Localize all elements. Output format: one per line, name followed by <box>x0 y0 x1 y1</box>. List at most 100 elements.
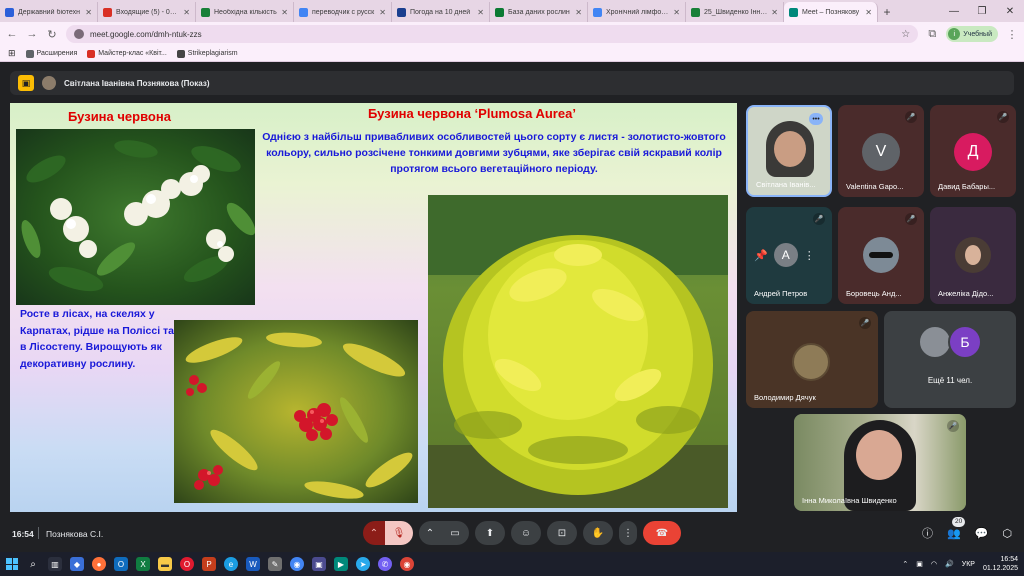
presentation-slide: Бузина червона Бузина червона ‘Plumosa A… <box>10 103 737 512</box>
file-explorer-icon[interactable]: ▬ <box>158 557 172 571</box>
mic-off-icon: 🎤 <box>997 111 1009 123</box>
participant-tile-volodymyr[interactable]: 🎤 Володимир Дячук <box>746 311 878 408</box>
profile-button[interactable]: і Учебный <box>946 26 998 42</box>
windows-start-icon[interactable] <box>6 558 18 570</box>
language-indicator[interactable]: УКР <box>962 561 975 568</box>
participant-avatar: А <box>773 243 798 267</box>
outlook-icon[interactable]: O <box>114 557 128 571</box>
word-icon[interactable]: W <box>246 557 260 571</box>
close-icon[interactable]: ✕ <box>673 8 680 17</box>
url-input[interactable]: meet.google.com/dmh-ntuk-zzs ☆ <box>66 25 919 43</box>
raise-hand-button[interactable]: ✋ <box>583 521 613 545</box>
participant-tile-davyd[interactable]: 🎤 Д Давид Бабары... <box>930 105 1016 197</box>
close-icon[interactable]: ✕ <box>477 8 484 17</box>
browser-tab-5[interactable]: База даних рослин ✕ <box>490 2 588 22</box>
people-icon[interactable]: 👥 <box>947 527 961 540</box>
camera-tray-icon[interactable]: ▣ <box>916 560 923 568</box>
telegram-icon[interactable]: ➤ <box>356 557 370 571</box>
meet-taskbar-icon[interactable]: ▶ <box>334 557 348 571</box>
system-clock[interactable]: 16:54 01.12.2025 <box>983 555 1018 573</box>
back-icon[interactable]: ← <box>6 28 18 40</box>
red-berries-photo <box>174 320 418 503</box>
network-icon[interactable]: ◠ <box>931 560 937 568</box>
bookmarks-bar: ⊞ Расширения Майстер-клас «Квіт... Strik… <box>0 46 1024 62</box>
flowers-illustration <box>21 140 255 292</box>
viber-icon[interactable]: ✆ <box>378 557 392 571</box>
participant-tile-andrey[interactable]: 🎤 📌 А ⋮ Андрей Петров <box>746 207 832 304</box>
mic-toggle-button[interactable]: 🎙 <box>385 521 413 545</box>
pin-icon[interactable]: 📌 <box>754 249 768 262</box>
favicon-icon <box>299 7 308 17</box>
camera-toggle-button[interactable]: ▭ <box>441 521 469 545</box>
close-icon[interactable]: ✕ <box>379 8 386 17</box>
browser-tab-3[interactable]: переводчик с русск ✕ <box>294 2 392 22</box>
close-icon[interactable]: ✕ <box>575 8 582 17</box>
browser-tab-0[interactable]: Державний біотехн ✕ <box>0 2 98 22</box>
participant-avatar: Б <box>948 325 982 359</box>
new-tab-button[interactable]: + <box>878 2 896 22</box>
volume-icon[interactable]: 🔊 <box>945 560 954 568</box>
forward-icon[interactable]: → <box>26 28 38 40</box>
browser-tab-2[interactable]: Необхідна кількість ✕ <box>196 2 294 22</box>
bookmark-star-icon[interactable]: ☆ <box>901 29 910 40</box>
mic-options-button[interactable]: ⌃ <box>363 521 385 545</box>
menu-kebab-icon[interactable]: ⋮ <box>1006 28 1018 41</box>
bookmark-extensions[interactable]: Расширения <box>25 49 77 58</box>
participant-tile-borovets[interactable]: 🎤 Боровець Анд... <box>838 207 924 304</box>
more-participants-tile[interactable]: Б Ещё 11 чел. <box>884 311 1016 408</box>
participant-tile-anzhelika[interactable]: Анжеліка Дідо... <box>930 207 1016 304</box>
powerpoint-icon[interactable]: P <box>202 557 216 571</box>
app-icon[interactable]: ▣ <box>312 557 326 571</box>
firefox-icon[interactable]: ● <box>92 557 106 571</box>
participant-tile-svitlana[interactable]: ••• Світлана Іванів... <box>746 105 832 197</box>
opera-icon[interactable]: O <box>180 557 194 571</box>
apps-grid-icon[interactable]: ⊞ <box>8 48 16 59</box>
browser-tab-active[interactable]: Meet – Познякову ✕ <box>784 2 878 22</box>
close-icon[interactable]: ✕ <box>281 8 288 17</box>
maximize-icon[interactable]: ❐ <box>968 6 996 17</box>
more-options-icon[interactable]: ⋮ <box>804 249 815 262</box>
search-icon[interactable]: ⌕ <box>26 557 40 571</box>
reload-icon[interactable]: ↻ <box>46 28 58 41</box>
extensions-icon[interactable]: ⧉ <box>926 28 938 41</box>
bookmark-master-class[interactable]: Майстер-клас «Квіт... <box>87 49 167 58</box>
close-icon[interactable]: ✕ <box>865 8 872 17</box>
browser-tab-6[interactable]: Хронічний лімфоїдн ✕ <box>588 2 686 22</box>
chrome-icon[interactable]: ◉ <box>290 557 304 571</box>
close-icon[interactable]: ✕ <box>771 8 778 17</box>
notes-icon[interactable]: ✎ <box>268 557 282 571</box>
browser-tab-1[interactable]: Входящие (5) - 0508 ✕ <box>98 2 196 22</box>
presentation-header: ▣ Світлана Іванівна Познякова (Показ) <box>10 71 1014 95</box>
more-options-button[interactable]: ⋮ <box>619 521 637 545</box>
participant-avatar <box>792 343 830 381</box>
meet-controls-bar: 16:54 Познякова С.І. ⌃ 🎙 ⌃ ▭ ⬆ ☺ ⊡ ✋ ⋮ ☎… <box>0 517 1024 552</box>
info-icon[interactable]: ⓘ <box>922 525 933 541</box>
edge-icon[interactable]: e <box>224 557 238 571</box>
browser-tab-4[interactable]: Погода на 10 дней ✕ <box>392 2 490 22</box>
favicon-icon <box>593 7 602 17</box>
excel-icon[interactable]: X <box>136 557 150 571</box>
participant-avatar <box>918 325 952 359</box>
chat-icon[interactable]: 💬 <box>975 527 989 540</box>
activities-icon[interactable]: ⬡ <box>1002 527 1012 540</box>
close-icon[interactable]: ✕ <box>183 8 190 17</box>
camera-options-button[interactable]: ⌃ <box>419 521 441 545</box>
close-icon[interactable]: ✕ <box>85 8 92 17</box>
present-button[interactable]: ⬆ <box>475 521 505 545</box>
close-window-icon[interactable]: ✕ <box>996 6 1024 17</box>
self-view-tile[interactable]: 🎤 Інна Миколаївна Швиденко <box>794 414 966 511</box>
emoji-button[interactable]: ☺ <box>511 521 541 545</box>
captions-button[interactable]: ⊡ <box>547 521 577 545</box>
participant-avatar: Д <box>954 133 992 171</box>
site-info-icon[interactable] <box>74 29 84 39</box>
favicon-icon <box>691 7 700 17</box>
bookmark-strikeplagiarism[interactable]: Strikeplagiarism <box>176 49 238 58</box>
tray-chevron-icon[interactable]: ⌃ <box>902 560 908 568</box>
task-view-icon[interactable]: ▥ <box>48 557 62 571</box>
leave-call-button[interactable]: ☎ <box>643 521 681 545</box>
participant-tile-valentina[interactable]: 🎤 V Valentina Gapo... <box>838 105 924 197</box>
widgets-icon[interactable]: ◆ <box>70 557 84 571</box>
chrome-active-icon[interactable]: ◉ <box>400 557 414 571</box>
minimize-icon[interactable]: — <box>940 6 968 17</box>
browser-tab-7[interactable]: 25_Швиденко Інна Н ✕ <box>686 2 784 22</box>
